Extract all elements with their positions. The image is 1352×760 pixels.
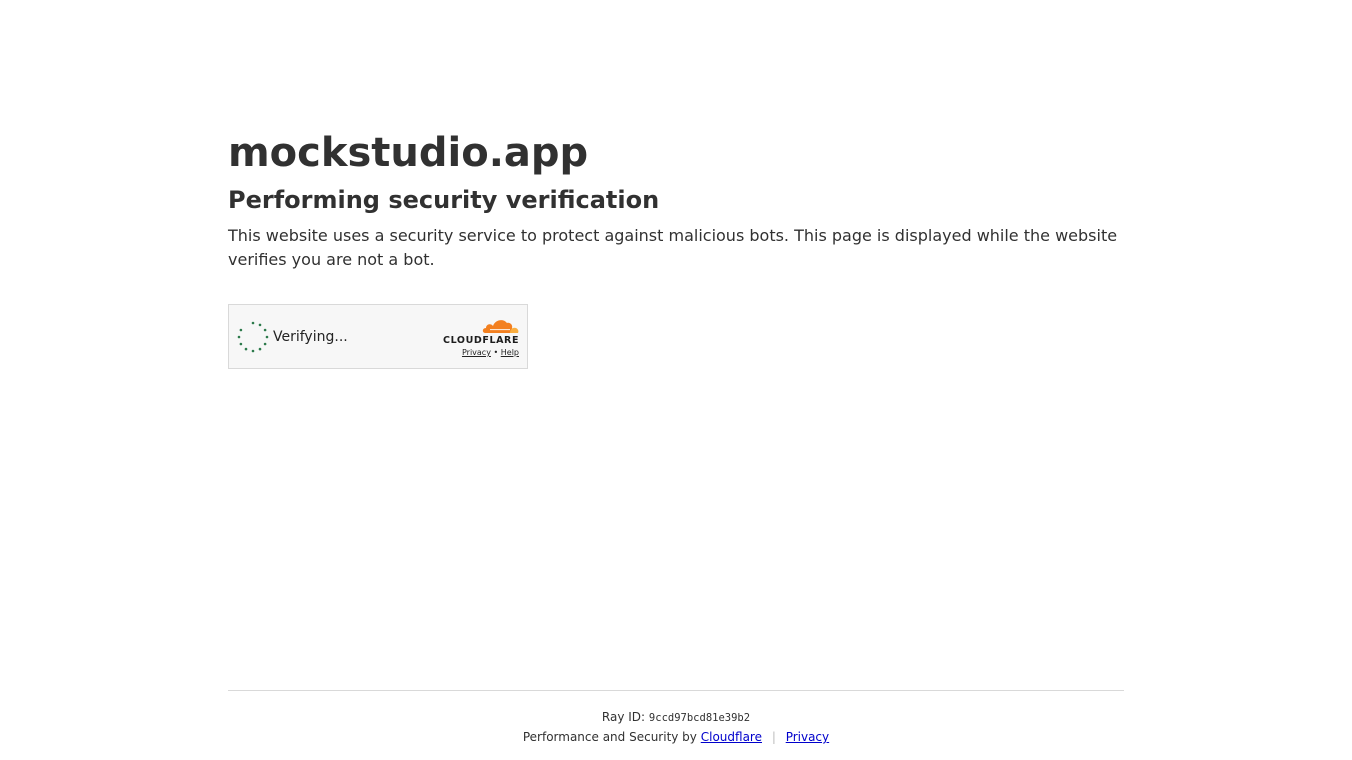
- cloudflare-logo: CLOUDFLARE Privacy • Help: [443, 317, 519, 358]
- verification-description: This website uses a security service to …: [228, 226, 1118, 269]
- site-title: mockstudio.app: [228, 130, 589, 176]
- performance-line: Performance and Security by Cloudflare |…: [228, 728, 1124, 746]
- main-content: mockstudio.app Performing security verif…: [228, 126, 1124, 272]
- widget-link-separator: •: [493, 348, 499, 357]
- spinner-icon: [237, 321, 269, 353]
- verifying-status: Verifying...: [273, 329, 348, 345]
- cloudflare-link[interactable]: Cloudflare: [701, 730, 762, 744]
- cloudflare-cloud-icon: [482, 320, 519, 333]
- verification-heading: Performing security verification: [228, 186, 660, 214]
- widget-help-link[interactable]: Help: [501, 348, 519, 357]
- ray-id: Ray ID: 9ccd97bcd81e39b2: [228, 709, 1124, 726]
- widget-privacy-link[interactable]: Privacy: [462, 348, 491, 357]
- performance-text: Performance and Security by: [522, 730, 697, 744]
- verification-widget[interactable]: Verifying... CLOUDFLARE Privacy • Help: [228, 304, 528, 369]
- footer: Ray ID: 9ccd97bcd81e39b2 Performance and…: [228, 690, 1124, 746]
- footer-privacy-link[interactable]: Privacy: [786, 730, 829, 744]
- widget-links: Privacy • Help: [443, 347, 519, 358]
- cloudflare-wordmark: CLOUDFLARE: [443, 335, 520, 346]
- ray-id-label: Ray ID:: [601, 710, 646, 724]
- footer-separator: |: [771, 730, 776, 744]
- ray-id-value: 9ccd97bcd81e39b2: [648, 712, 751, 724]
